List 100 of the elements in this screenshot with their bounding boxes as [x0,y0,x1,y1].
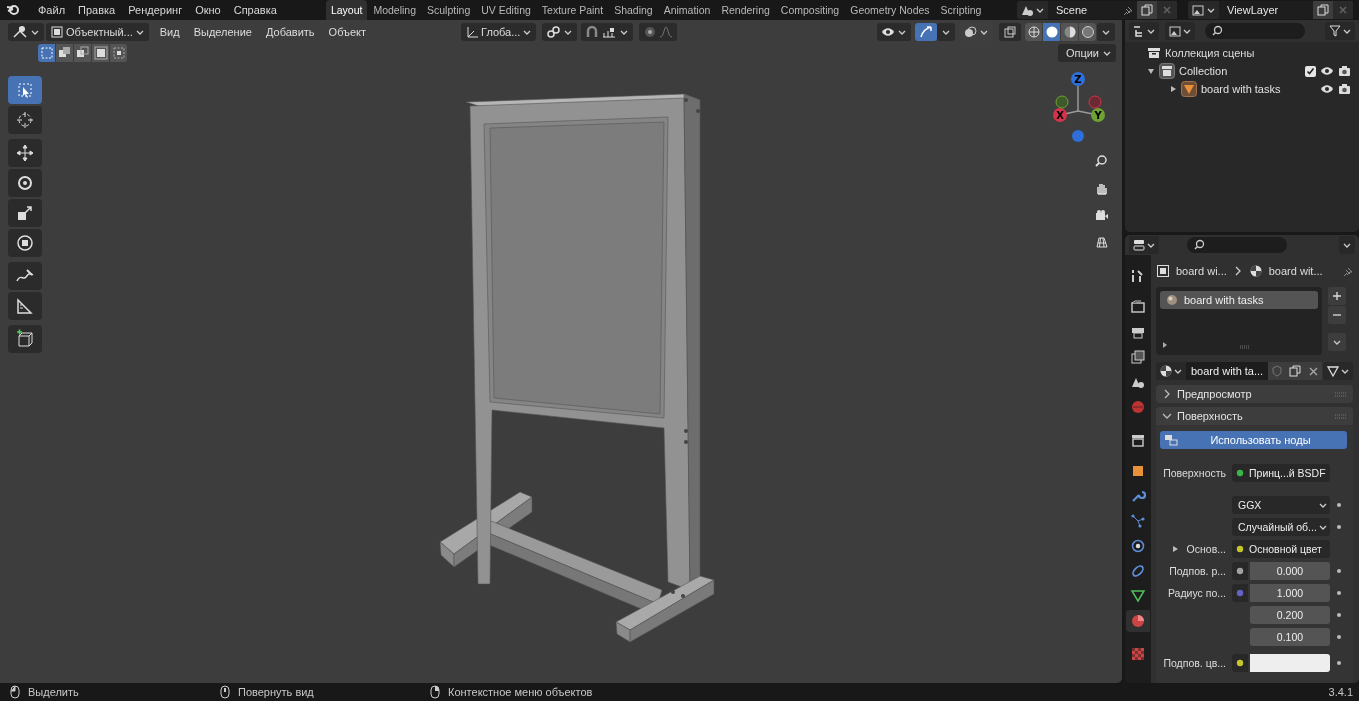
pin-icon[interactable] [1341,265,1353,277]
workspace-tab[interactable]: Shading [609,0,658,20]
options-dropdown[interactable] [1339,236,1355,254]
slot-link-button[interactable] [1323,362,1353,380]
orientation-dropdown[interactable]: Глоба... [461,23,537,41]
visibility-dropdown[interactable] [877,23,912,41]
socket-dot-icon[interactable] [1236,659,1244,667]
outliner-row[interactable]: Collection [1125,62,1359,80]
tool-button[interactable] [8,325,42,353]
properties-tab[interactable] [1126,610,1150,632]
socket-dot-icon[interactable] [1236,589,1244,597]
workspace-tab[interactable]: Layout [325,0,368,20]
tool-button[interactable] [8,262,42,290]
material-browse-button[interactable] [1156,362,1186,380]
shading-button[interactable] [1061,23,1079,41]
display-mode-button[interactable] [1129,22,1159,40]
checkbox[interactable] [1305,65,1316,77]
editor-type-button[interactable] [8,23,44,41]
menu-item[interactable]: Файл [32,4,73,16]
blender-logo-icon[interactable] [6,2,22,18]
menu-item[interactable]: Вид [152,26,187,38]
number-field[interactable]: 0.200 [1250,606,1330,624]
node-link-field[interactable]: Принц...й BSDF [1232,464,1330,482]
duplicate-button[interactable] [1286,362,1305,380]
filter-view-button[interactable] [1165,22,1195,40]
workspace-tab[interactable]: UV Editing [476,0,536,20]
add-slot-button[interactable] [1328,287,1346,305]
board-stand-drawing[interactable] [439,93,715,643]
eye-icon[interactable] [1320,83,1334,95]
filter-button[interactable] [1325,22,1355,40]
number-field[interactable]: 1.000 [1250,584,1330,602]
workspace-tab[interactable]: Scripting [935,0,987,20]
dropdown[interactable]: Случайный об... [1232,518,1330,536]
drag-grip-icon[interactable] [1335,412,1347,420]
proportional-toggle[interactable] [639,23,678,41]
selection-mode-button[interactable] [110,44,127,62]
socket-button[interactable] [1232,562,1248,580]
shading-button[interactable] [1079,23,1097,41]
socket-dot-icon[interactable] [1236,469,1244,477]
camera-icon[interactable] [1338,65,1351,77]
workspace-tab[interactable]: Animation [658,0,716,20]
tool-button[interactable] [8,169,42,197]
use-nodes-button[interactable]: Использовать ноды [1160,431,1347,449]
material-slot[interactable]: board with tasks [1160,291,1318,309]
keyframe-dot-icon[interactable] [1336,568,1342,574]
keyframe-dot-icon[interactable] [1336,590,1342,596]
eye-icon[interactable] [1320,65,1334,77]
workspace-tab[interactable]: Geometry Nodes [845,0,935,20]
expand-arrow-icon[interactable] [1169,85,1177,93]
workspace-tab[interactable]: Compositing [775,0,845,20]
name-field[interactable]: ViewLayer [1219,1,1313,19]
axis-handle[interactable] [1072,130,1084,142]
workspace-tab[interactable]: Modeling [368,0,422,20]
node-link-field[interactable]: Основной цвет [1232,540,1330,558]
pin-icon[interactable] [1121,4,1133,16]
socket-dot-icon[interactable] [1236,545,1244,553]
name-field[interactable]: Scene [1048,1,1137,19]
selection-mode-button[interactable] [38,44,55,62]
mode-dropdown[interactable]: Объектный... [46,23,149,41]
expand-arrow-icon[interactable] [1170,545,1179,553]
copy-button[interactable] [1137,1,1157,19]
dropdown[interactable]: GGX [1232,496,1330,514]
snap-toggle[interactable] [581,23,634,41]
menu-item[interactable]: Правка [72,4,123,16]
tool-button[interactable] [8,199,42,227]
shading-button[interactable] [1025,23,1043,41]
unlink-button[interactable] [1304,362,1323,380]
slot-menu-button[interactable] [1328,333,1346,351]
keyframe-dot-icon[interactable] [1336,660,1342,666]
color-swatch[interactable] [1250,654,1330,672]
menu-item[interactable]: Добавить [258,26,322,38]
number-field[interactable]: 0.100 [1250,628,1330,646]
axis-handle[interactable]: Z [1071,72,1085,86]
pivot-dropdown[interactable] [542,23,578,41]
workspace-tab[interactable]: Sculpting [422,0,476,20]
keyframe-dot-icon[interactable] [1336,502,1342,508]
material-name-field[interactable]: board with ta... [1186,362,1269,380]
xray-toggle[interactable] [999,23,1022,41]
tool-button[interactable] [8,106,42,134]
menu-item[interactable]: Рендеринг [122,4,190,16]
shading-dropdown[interactable] [1097,23,1116,41]
keyframe-dot-icon[interactable] [1336,524,1342,530]
tool-button[interactable] [8,292,42,320]
search-field[interactable] [1205,23,1305,39]
copy-button[interactable] [1313,1,1333,19]
menu-item[interactable]: Объект [321,26,374,38]
axis-handle[interactable]: X [1053,108,1067,122]
panel-header[interactable]: Поверхность [1156,407,1353,425]
menu-item[interactable]: Окно [189,4,228,16]
menu-item[interactable]: Справка [227,4,284,16]
remove-slot-button[interactable] [1328,306,1346,324]
gizmo-toggle[interactable] [915,23,938,41]
outliner-row[interactable]: board with tasks [1125,80,1359,98]
editor-type-button[interactable] [1129,236,1159,254]
workspace-tab[interactable]: Texture Paint [536,0,609,20]
breadcrumb-item[interactable]: board wi... [1176,265,1227,277]
selection-mode-button[interactable] [74,44,91,62]
menu-item[interactable]: Выделение [186,26,259,38]
axis-handle[interactable]: Y [1091,108,1105,122]
search-field[interactable] [1187,237,1287,253]
